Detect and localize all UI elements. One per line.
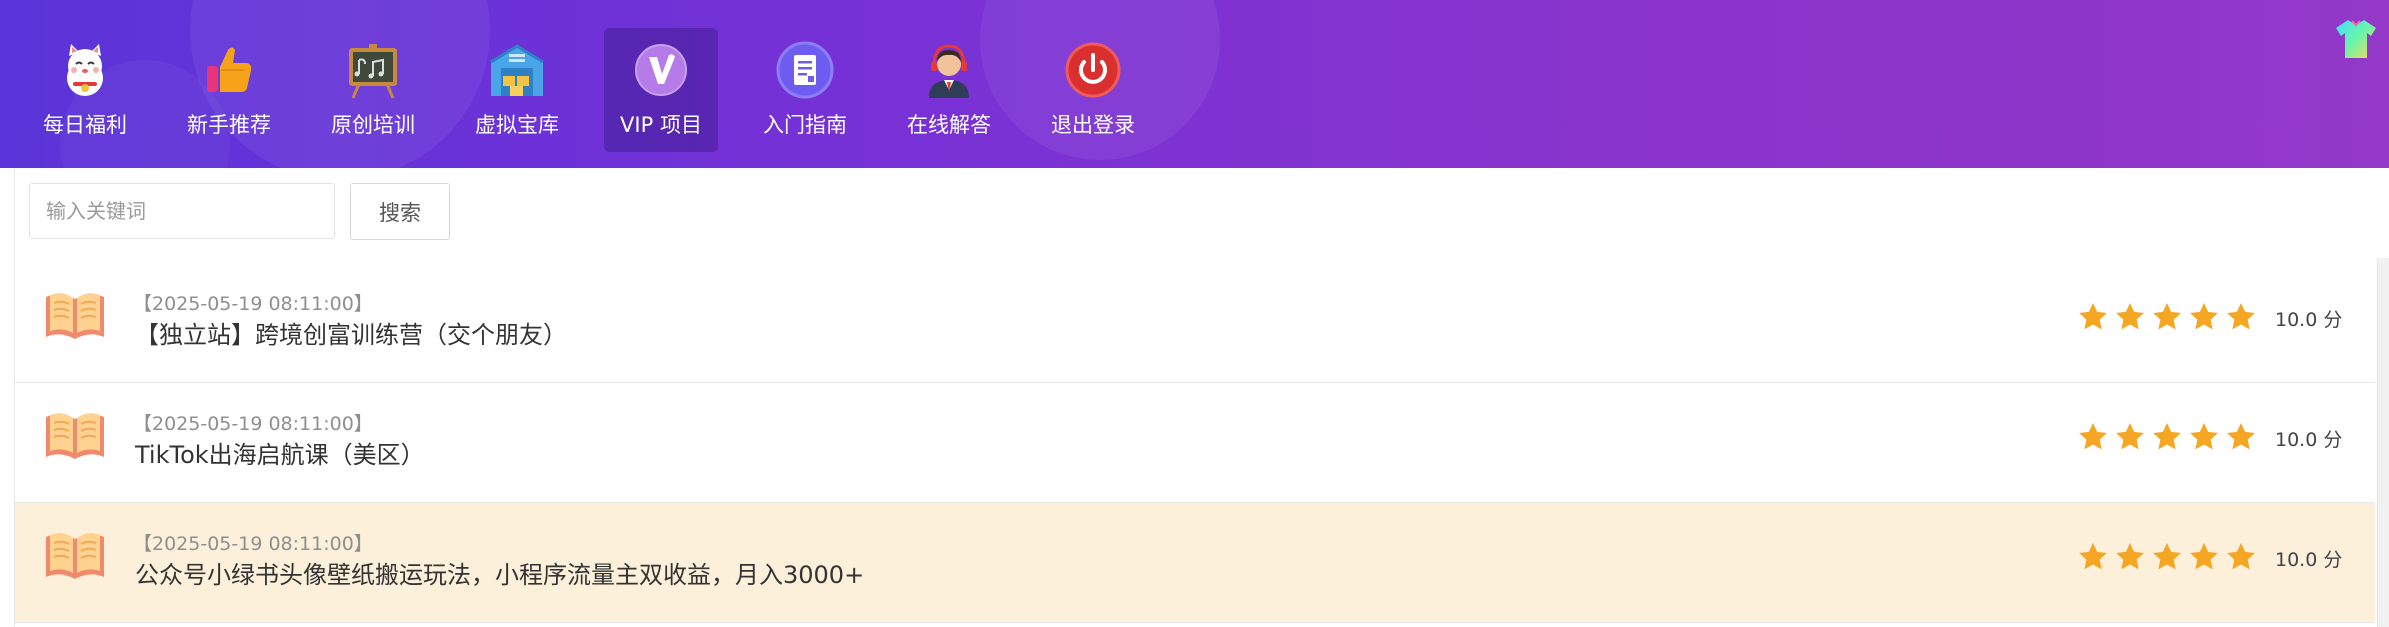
item-date: 【2025-05-19 08:11:00】	[133, 413, 373, 435]
star-icon	[2227, 303, 2255, 330]
nav-item-daily-benefits[interactable]: 每日福利	[28, 28, 142, 152]
star-icon	[2190, 423, 2218, 450]
star-icon	[2153, 423, 2181, 450]
content-panel: 搜索 【2025-05-19 08:11:00】 【独立站】跨境创富训练营（交个…	[14, 168, 2389, 627]
star-icon	[2079, 423, 2107, 450]
document-icon	[776, 41, 834, 99]
item-date: 【2025-05-19 08:11:00】	[133, 533, 373, 555]
star-icon	[2227, 543, 2255, 570]
nav-item-logout[interactable]: 退出登录	[1036, 28, 1150, 152]
star-icon	[2116, 423, 2144, 450]
star-icon	[2153, 303, 2181, 330]
nav-item-vip-projects[interactable]: VIP 项目	[604, 28, 718, 152]
star-icon	[2153, 543, 2181, 570]
project-list: 【2025-05-19 08:11:00】 【独立站】跨境创富训练营（交个朋友）…	[15, 263, 2375, 623]
open-book-icon	[46, 293, 104, 339]
power-icon	[1065, 42, 1121, 98]
item-score: 10.0 分	[2275, 309, 2343, 331]
list-item[interactable]: 【2025-05-19 08:11:00】 TikTok出海启航课（美区） 10…	[15, 383, 2375, 503]
nav-label: VIP 项目	[620, 113, 702, 137]
item-title-link[interactable]: 公众号小绿书头像壁纸搬运玩法，小程序流量主双收益，月入3000+	[135, 555, 864, 590]
star-icon	[2227, 423, 2255, 450]
nav-item-original-training[interactable]: 原创培训	[316, 28, 430, 152]
search-input[interactable]	[29, 183, 335, 239]
list-item[interactable]: 【2025-05-19 08:11:00】 【独立站】跨境创富训练营（交个朋友）…	[15, 263, 2375, 383]
nav-item-virtual-treasury[interactable]: 虚拟宝库	[460, 28, 574, 152]
nav-item-beginner-recommend[interactable]: 新手推荐	[172, 28, 286, 152]
star-icon	[2190, 303, 2218, 330]
nav-item-online-answers[interactable]: 在线解答	[892, 28, 1006, 152]
vip-v-icon	[635, 44, 687, 96]
item-score: 10.0 分	[2275, 549, 2343, 571]
star-icon	[2116, 543, 2144, 570]
star-icon	[2190, 543, 2218, 570]
star-icon	[2079, 303, 2107, 330]
top-nav-bar: 每日福利 新手推荐 原创培训 虚拟宝库 VIP 项目 入门指南 在线解答 退出登…	[0, 0, 2389, 168]
search-button[interactable]: 搜索	[350, 183, 450, 240]
item-date: 【2025-05-19 08:11:00】	[133, 293, 373, 315]
nav-label: 每日福利	[43, 113, 127, 137]
nav-label: 原创培训	[331, 113, 415, 137]
lucky-cat-icon	[67, 44, 103, 96]
support-agent-icon	[929, 44, 969, 98]
item-title-link[interactable]: TikTok出海启航课（美区）	[135, 435, 425, 470]
nav-item-getting-started[interactable]: 入门指南	[748, 28, 862, 152]
warehouse-icon	[490, 44, 544, 96]
shirt-icon[interactable]	[2334, 16, 2378, 60]
scrollbar[interactable]	[2377, 258, 2389, 627]
nav-label: 虚拟宝库	[475, 113, 559, 137]
nav-label: 退出登录	[1051, 113, 1135, 137]
open-book-icon	[46, 533, 104, 579]
open-book-icon	[46, 413, 104, 459]
nav-label: 入门指南	[763, 113, 847, 137]
star-icon	[2079, 543, 2107, 570]
nav-label: 在线解答	[907, 113, 991, 137]
chalkboard-icon	[349, 44, 397, 99]
list-item[interactable]: 【2025-05-19 08:11:00】 公众号小绿书头像壁纸搬运玩法，小程序…	[15, 503, 2375, 623]
item-title-link[interactable]: 【独立站】跨境创富训练营（交个朋友）	[135, 315, 567, 350]
thumbs-up-icon	[207, 47, 252, 92]
nav-label: 新手推荐	[187, 113, 271, 137]
item-score: 10.0 分	[2275, 429, 2343, 451]
star-icon	[2116, 303, 2144, 330]
